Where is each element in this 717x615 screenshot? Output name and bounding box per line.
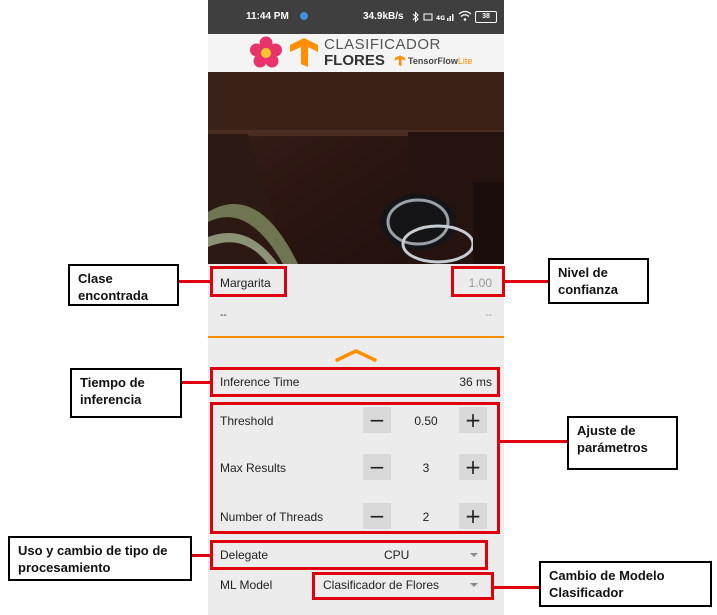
tensorflow-small-icon bbox=[394, 55, 406, 67]
annotation-ajuste-parametros: Ajuste de parámetros bbox=[567, 416, 678, 470]
highlight-inferencia bbox=[210, 367, 500, 397]
sheet-divider bbox=[208, 336, 504, 338]
camera-image bbox=[208, 72, 504, 264]
annotation-nivel-confianza: Nivel de confianza bbox=[548, 258, 649, 304]
camera-preview bbox=[208, 72, 504, 264]
expand-chevron-icon[interactable] bbox=[334, 348, 378, 362]
battery-level: 38 bbox=[482, 13, 490, 20]
connector-modelo bbox=[493, 586, 540, 589]
annotation-tiempo-inferencia: Tiempo de inferencia bbox=[70, 368, 182, 418]
wifi-icon bbox=[458, 10, 472, 21]
battery-icon: 38 bbox=[475, 11, 497, 23]
notification-icon bbox=[300, 12, 308, 20]
connector-delegate bbox=[191, 554, 211, 557]
result-label: -- bbox=[220, 310, 227, 321]
ml-model-label: ML Model bbox=[220, 578, 273, 592]
highlight-parametros bbox=[210, 402, 500, 534]
status-bar: 11:44 PM 34.9kB/s 4G 38 bbox=[208, 0, 504, 34]
status-time: 11:44 PM bbox=[246, 11, 289, 22]
highlight-clase bbox=[210, 266, 287, 297]
net-speed: 34.9kB/s bbox=[363, 11, 404, 22]
connector-confianza bbox=[504, 280, 548, 283]
flower-logo-icon bbox=[250, 36, 282, 68]
highlight-confianza bbox=[451, 266, 505, 297]
connector-parametros bbox=[499, 440, 568, 443]
highlight-modelo bbox=[312, 572, 494, 600]
connector-clase bbox=[178, 280, 211, 283]
annotation-clase-encontrada: Clase encontrada bbox=[68, 264, 179, 306]
result-score: -- bbox=[485, 310, 492, 321]
annotation-uso-cambio: Uso y cambio de tipo de procesamiento bbox=[8, 536, 192, 581]
brand-text: TensorFlowLite bbox=[408, 56, 473, 66]
app-title-line1: CLASIFICADOR bbox=[324, 36, 441, 53]
app-header: CLASIFICADOR FLORES TensorFlowLite bbox=[208, 34, 504, 72]
svg-text:4G: 4G bbox=[436, 15, 445, 22]
highlight-delegate bbox=[210, 540, 488, 570]
bluetooth-icon: 4G bbox=[412, 11, 454, 23]
annotation-cambio-modelo: Cambio de Modelo Clasificador bbox=[539, 561, 712, 607]
connector-inferencia bbox=[181, 381, 211, 384]
tensorflow-logo-icon bbox=[290, 38, 318, 67]
app-title-line2: FLORES bbox=[324, 52, 385, 69]
